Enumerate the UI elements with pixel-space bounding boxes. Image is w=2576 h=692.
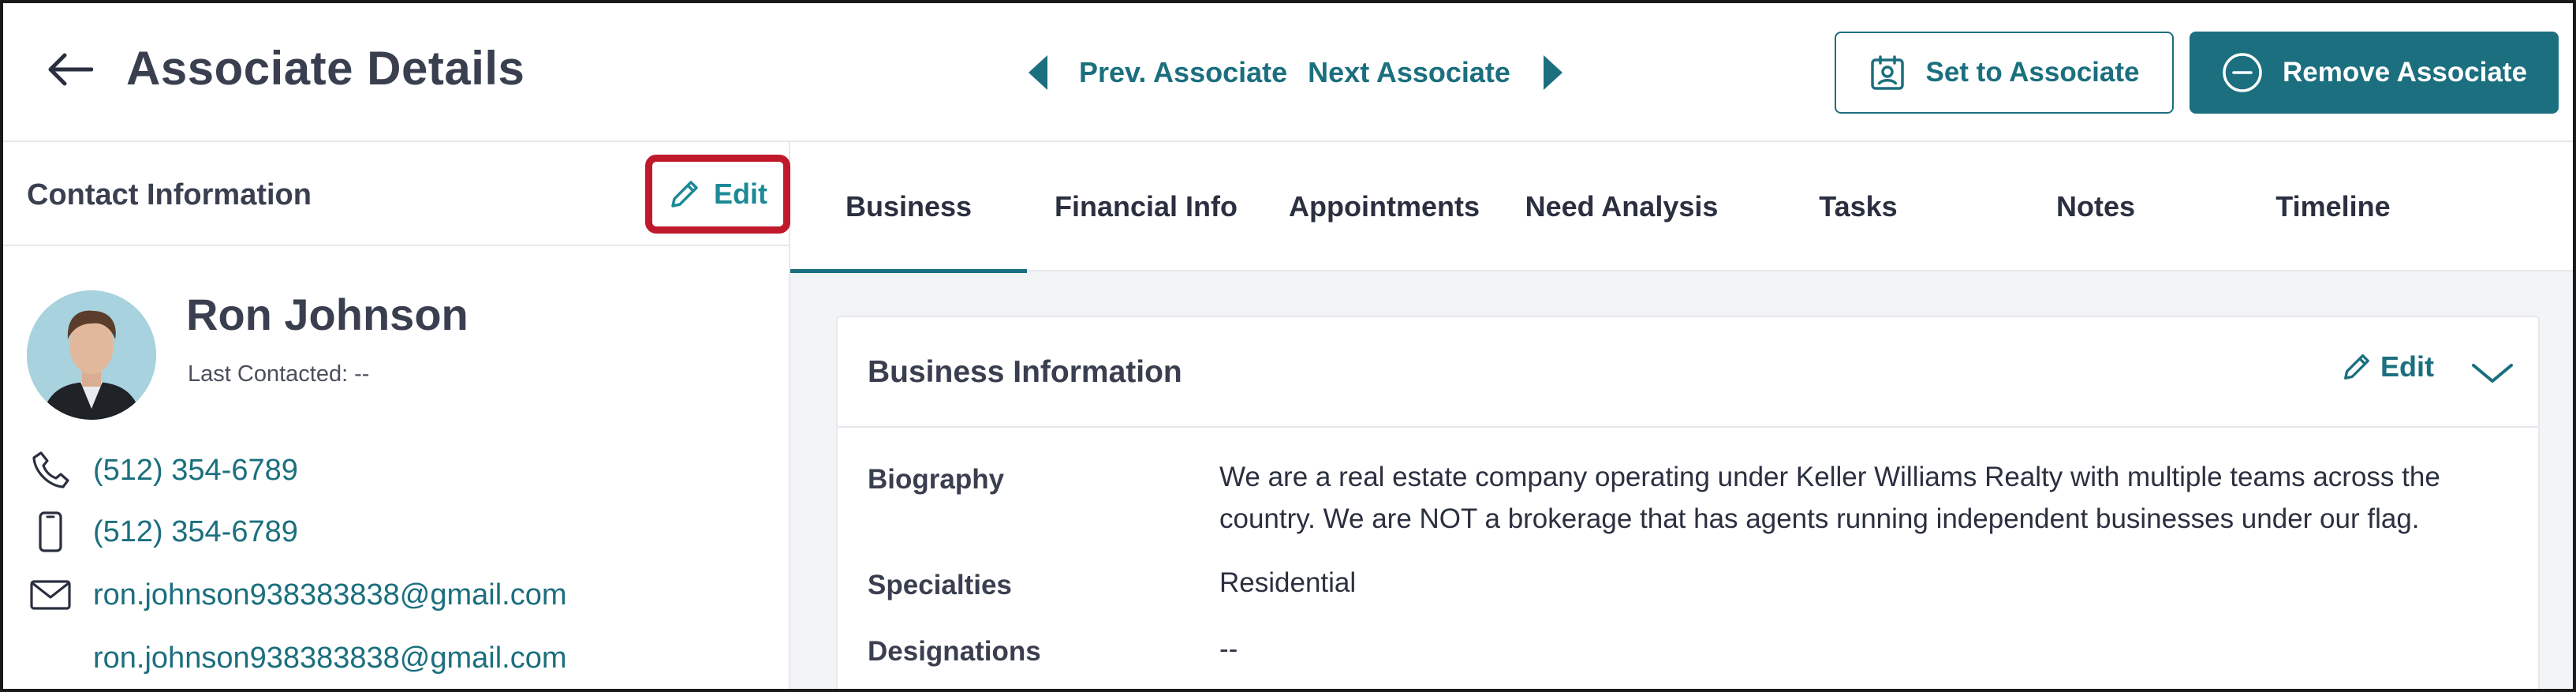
business-edit-label: Edit bbox=[2380, 350, 2434, 383]
set-to-associate-label: Set to Associate bbox=[1925, 57, 2140, 88]
pencil-icon bbox=[2344, 354, 2369, 380]
pencil-icon bbox=[671, 181, 698, 208]
business-info-card: Business Information Edit Biography We a… bbox=[836, 316, 2540, 689]
biography-label: Biography bbox=[868, 464, 1005, 495]
app-window: Associate Details Prev. Associate Next A… bbox=[0, 0, 2576, 692]
contact-panel: Contact Information Edit Ron Johnson Las… bbox=[3, 142, 790, 689]
mobile-icon bbox=[27, 508, 74, 555]
chevron-right-icon[interactable] bbox=[1543, 55, 1562, 90]
mobile-row: (512) 354-6789 bbox=[27, 508, 298, 555]
row-icon-spacer bbox=[27, 634, 74, 682]
phone-link[interactable]: (512) 354-6789 bbox=[93, 454, 298, 488]
phone-row: (512) 354-6789 bbox=[27, 447, 298, 494]
avatar bbox=[27, 290, 156, 420]
remove-associate-button[interactable]: Remove Associate bbox=[2190, 32, 2559, 114]
last-contacted-label: Last Contacted: bbox=[188, 361, 349, 387]
tab-need-analysis[interactable]: Need Analysis bbox=[1503, 142, 1740, 271]
secondary-email-link[interactable]: ron.johnson938383838@gmail.com bbox=[93, 642, 567, 675]
contact-panel-header: Contact Information Edit bbox=[3, 142, 790, 246]
back-button[interactable] bbox=[41, 44, 98, 95]
header: Associate Details Prev. Associate Next A… bbox=[3, 3, 2573, 142]
remove-associate-label: Remove Associate bbox=[2283, 57, 2527, 88]
biography-value: We are a real estate company operating u… bbox=[1219, 462, 2440, 534]
mail-icon bbox=[27, 571, 74, 619]
tab-financial-info[interactable]: Financial Info bbox=[1027, 142, 1265, 271]
chevron-left-icon[interactable] bbox=[1029, 55, 1047, 90]
next-associate-link[interactable]: Next Associate bbox=[1308, 56, 1510, 89]
collapse-button[interactable] bbox=[2469, 357, 2516, 388]
last-contacted-value: -- bbox=[354, 361, 370, 387]
set-to-associate-button[interactable]: Set to Associate bbox=[1835, 32, 2174, 114]
contact-edit-label: Edit bbox=[714, 178, 767, 210]
contact-badge-icon bbox=[1871, 55, 1905, 90]
contact-name: Ron Johnson bbox=[186, 290, 469, 339]
email-row: ron.johnson938383838@gmail.com bbox=[27, 571, 567, 619]
business-card-header: Business Information Edit bbox=[838, 317, 2538, 428]
tab-business[interactable]: Business bbox=[790, 142, 1027, 273]
email-link[interactable]: ron.johnson938383838@gmail.com bbox=[93, 578, 567, 612]
last-contacted: Last Contacted: -- bbox=[188, 361, 369, 387]
contact-section-title: Contact Information bbox=[27, 178, 312, 211]
associate-pager: Prev. Associate Next Associate bbox=[1029, 49, 1562, 96]
tab-bar: Business Financial Info Appointments Nee… bbox=[790, 142, 2573, 273]
mobile-link[interactable]: (512) 354-6789 bbox=[93, 515, 298, 549]
prev-associate-link[interactable]: Prev. Associate bbox=[1079, 56, 1287, 89]
contact-edit-button[interactable]: Edit bbox=[645, 155, 790, 234]
tab-notes[interactable]: Notes bbox=[1977, 142, 2215, 271]
specialties-value: Residential bbox=[1219, 567, 1357, 598]
minus-circle-icon bbox=[2223, 53, 2262, 92]
business-card-title: Business Information bbox=[868, 355, 1182, 389]
tab-tasks[interactable]: Tasks bbox=[1740, 142, 1977, 271]
page-title: Associate Details bbox=[126, 42, 525, 95]
back-arrow-icon bbox=[48, 53, 93, 86]
details-area: Business Financial Info Appointments Nee… bbox=[790, 142, 2573, 689]
tab-timeline[interactable]: Timeline bbox=[2215, 142, 2451, 271]
designations-label: Designations bbox=[868, 636, 1041, 667]
specialties-label: Specialties bbox=[868, 570, 1012, 600]
phone-icon bbox=[27, 447, 74, 494]
designations-value: -- bbox=[1219, 634, 1238, 664]
tab-appointments[interactable]: Appointments bbox=[1265, 142, 1503, 271]
secondary-email-row: ron.johnson938383838@gmail.com bbox=[27, 634, 567, 682]
chevron-down-icon bbox=[2472, 364, 2513, 383]
business-edit-button[interactable]: Edit bbox=[2341, 350, 2434, 383]
